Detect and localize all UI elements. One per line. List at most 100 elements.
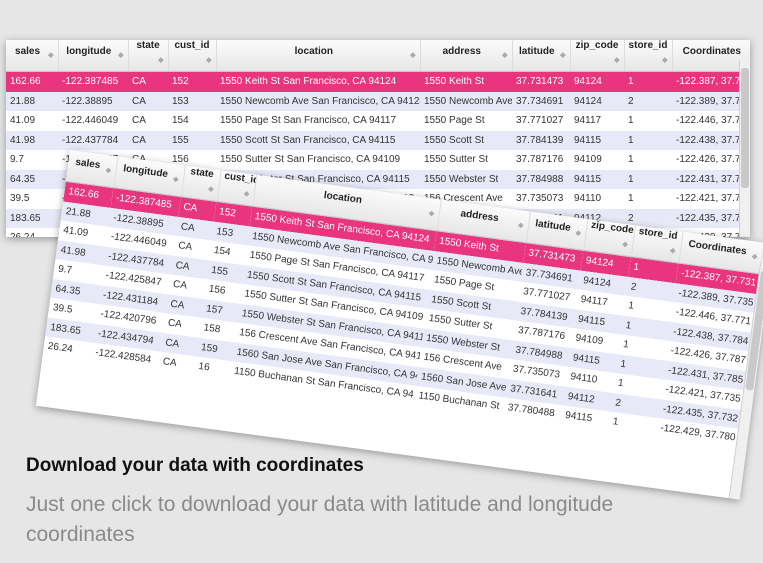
cell-longitude: -122.387485 <box>58 71 128 92</box>
cell-address: 1550 Scott St <box>420 130 512 150</box>
cell-address: 1550 Webster St <box>420 169 512 189</box>
sort-icon[interactable]: ◆ <box>48 46 53 66</box>
cell-sales: 21.88 <box>6 91 58 111</box>
column-header-label: address <box>442 45 481 57</box>
column-header-state[interactable]: state ◆ <box>180 165 221 202</box>
sort-icon[interactable]: ◆ <box>517 216 525 237</box>
cell-state: CA <box>128 111 168 131</box>
cell-zip_code: 94109 <box>570 150 624 170</box>
cell-sales: 162.66 <box>6 71 58 92</box>
table-row[interactable]: 41.98 -122.437784 CA 155 1550 Scott St San F… <box>6 130 750 150</box>
sort-icon[interactable]: ◆ <box>428 204 436 225</box>
cell-cust_id: 155 <box>168 130 216 150</box>
table-row[interactable]: 21.88 -122.38895 CA 153 1550 Newcomb Ave San… <box>6 91 750 111</box>
cell-store_id: 1 <box>624 150 672 170</box>
column-header-label: longitude <box>66 45 112 57</box>
cell-sales: 39.5 <box>6 189 58 209</box>
cell-state: CA <box>128 130 168 150</box>
sort-icon[interactable]: ◆ <box>574 223 582 244</box>
sort-icon[interactable]: ◆ <box>207 180 215 201</box>
cell-location: 1550 Newcomb Ave San Francisco, CA 94124 <box>216 91 420 111</box>
sort-icon[interactable]: ◆ <box>662 51 667 71</box>
cell-location: 1550 Sutter St San Francisco, CA 94109 <box>216 150 420 170</box>
cell-sales: 26.24 <box>6 228 58 237</box>
column-header-label: latitude <box>519 45 555 57</box>
caption-body: Just one click to download your data wit… <box>26 493 614 546</box>
column-header-state[interactable]: state ◆ <box>128 40 169 72</box>
cell-location: 1550 Page St San Francisco, CA 94117 <box>216 111 420 131</box>
column-header-longitude[interactable]: longitude ◆ <box>58 40 129 72</box>
cell-state: CA <box>128 91 168 111</box>
cell-zip_code: 94115 <box>570 130 624 150</box>
cell-store_id: 1 <box>624 111 672 131</box>
cell-zip_code: 94117 <box>570 111 624 131</box>
cell-zip_code: 94115 <box>570 169 624 189</box>
cell-sales: 64.35 <box>6 169 58 189</box>
column-header-label: state <box>189 166 215 181</box>
column-header-label: address <box>459 207 500 224</box>
column-header-zip_code[interactable]: zip_code ◆ <box>570 40 625 72</box>
sort-icon[interactable]: ◆ <box>242 184 250 205</box>
sort-icon[interactable]: ◆ <box>560 46 565 66</box>
cell-latitude: 37.771027 <box>512 111 570 131</box>
cell-cust_id: 16 <box>193 356 232 381</box>
column-header-latitude[interactable]: latitude ◆ <box>512 40 571 72</box>
column-header-cust_id[interactable]: cust_id ◆ <box>216 170 257 207</box>
cell-latitude: 37.735073 <box>512 189 570 209</box>
cell-latitude: 37.784139 <box>512 130 570 150</box>
column-header-cust_id[interactable]: cust_id ◆ <box>168 40 217 72</box>
sort-icon[interactable]: ◆ <box>614 51 619 71</box>
sort-icon[interactable]: ◆ <box>502 46 507 66</box>
cell-longitude: -122.38895 <box>58 91 128 111</box>
cell-latitude: 37.734691 <box>512 91 570 111</box>
sort-icon[interactable]: ◆ <box>206 51 211 71</box>
cell-state: CA <box>128 71 168 92</box>
cell-state: CA <box>157 351 196 376</box>
cell-store_id: 2 <box>624 91 672 111</box>
column-header-sales[interactable]: sales ◆ <box>6 40 59 72</box>
vertical-scrollbar[interactable] <box>739 60 750 237</box>
cell-sales: 41.09 <box>6 111 58 131</box>
column-header-label: Coordinates <box>687 238 748 257</box>
sort-icon[interactable]: ◆ <box>118 46 123 66</box>
cell-longitude: -122.437784 <box>58 130 128 150</box>
sort-icon[interactable]: ◆ <box>669 241 677 262</box>
sort-icon[interactable]: ◆ <box>410 46 415 66</box>
header-row: sales ◆ longitude ◆ state ◆ cust_id ◆ location ◆ a… <box>6 40 750 72</box>
column-header-label: location <box>323 189 363 206</box>
cell-sales: 183.65 <box>6 208 58 228</box>
cell-location: 1550 Keith St San Francisco, CA 94124 <box>216 71 420 92</box>
column-header-label: sales <box>74 156 102 171</box>
cell-address: 1550 Sutter St <box>420 150 512 170</box>
cell-cust_id: 152 <box>168 71 216 92</box>
cell-cust_id: 154 <box>168 111 216 131</box>
cell-latitude: 37.787176 <box>512 150 570 170</box>
cell-address: 1550 Keith St <box>420 71 512 92</box>
sort-icon[interactable]: ◆ <box>751 247 759 268</box>
column-header-address[interactable]: address ◆ <box>420 40 513 72</box>
cell-zip_code: 94124 <box>570 71 624 92</box>
cell-latitude: 37.731473 <box>512 71 570 92</box>
sort-icon[interactable]: ◆ <box>621 235 629 256</box>
cell-store_id: 1 <box>624 189 672 209</box>
column-header-label: sales <box>15 45 41 57</box>
column-header-location[interactable]: location ◆ <box>216 40 421 72</box>
caption-title: Download your data with coordinates <box>26 455 364 476</box>
sort-icon[interactable]: ◆ <box>172 169 180 190</box>
column-header-label: location <box>294 45 333 57</box>
cell-store_id: 1 <box>624 169 672 189</box>
column-header-label: zip_code <box>575 40 619 51</box>
sort-icon[interactable]: ◆ <box>104 160 112 181</box>
cell-store_id: 1 <box>624 130 672 150</box>
scrollbar-thumb[interactable] <box>741 68 749 188</box>
table-row[interactable]: 41.09 -122.446049 CA 154 1550 Page St San Fr… <box>6 111 750 131</box>
column-header-label: longitude <box>122 162 169 180</box>
column-header-label: cust_id <box>174 40 210 51</box>
table-row-selected[interactable]: 162.66 -122.387485 CA 152 1550 Keith St San … <box>6 71 750 92</box>
cell-store_id: 1 <box>624 71 672 92</box>
sort-icon[interactable]: ◆ <box>158 51 163 71</box>
column-header-label: latitude <box>534 217 572 234</box>
cell-latitude: 37.784988 <box>512 169 570 189</box>
column-header-store_id[interactable]: store_id ◆ <box>624 40 673 72</box>
cell-cust_id: 153 <box>168 91 216 111</box>
